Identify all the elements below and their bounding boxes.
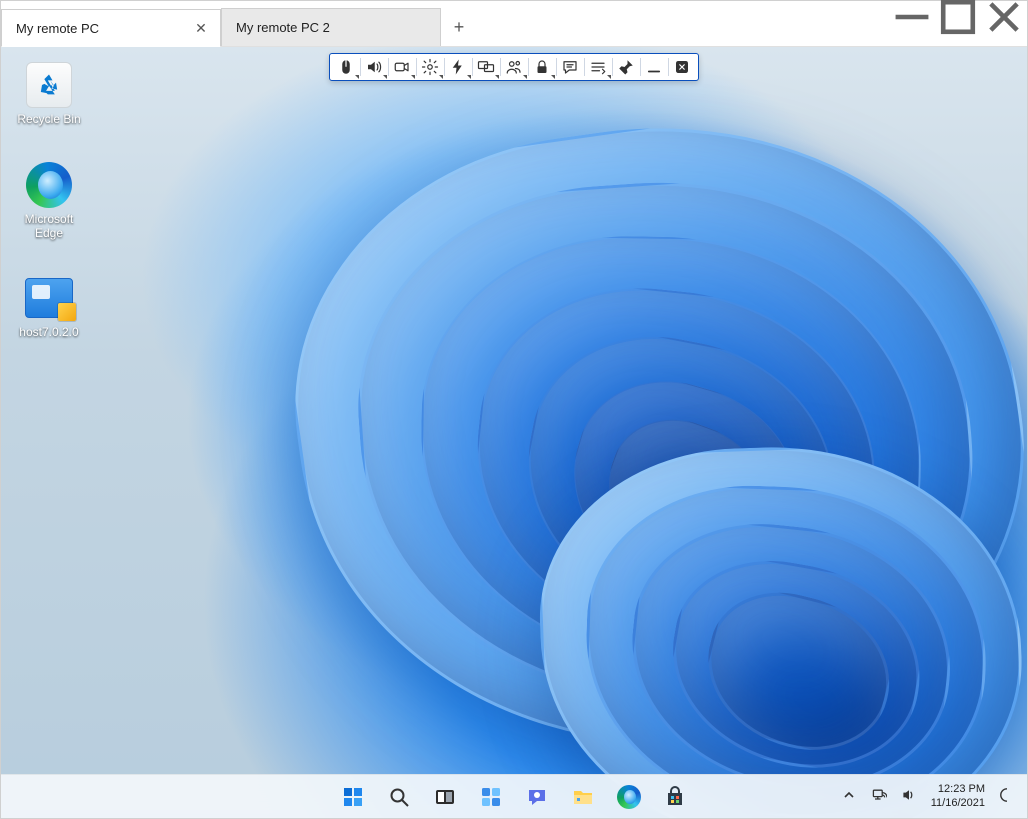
close-tab-icon[interactable]: ✕ — [192, 19, 210, 37]
toolbar-log-button[interactable] — [584, 54, 612, 80]
clock[interactable]: 12:23 PM 11/16/2021 — [931, 783, 985, 809]
tab-label: My remote PC — [16, 21, 192, 36]
tray-overflow-icon[interactable] — [841, 787, 857, 806]
toolbar-video-button[interactable] — [388, 54, 416, 80]
tab-my-remote-pc[interactable]: My remote PC ✕ — [1, 9, 221, 47]
tab-my-remote-pc-2[interactable]: My remote PC 2 — [221, 8, 441, 46]
bloom-graphic-2 — [541, 447, 1027, 818]
start-button[interactable] — [333, 777, 373, 817]
toolbar-users-button[interactable] — [500, 54, 528, 80]
system-tray: 12:23 PM 11/16/2021 — [841, 783, 1027, 809]
clock-date: 11/16/2021 — [931, 797, 985, 810]
search-button[interactable] — [379, 777, 419, 817]
desktop-icon-label: Recycle Bin — [17, 113, 80, 127]
toolbar-settings-button[interactable] — [416, 54, 444, 80]
chat-button[interactable] — [517, 777, 557, 817]
taskbar-center — [333, 777, 695, 817]
window-controls — [889, 1, 1027, 46]
desktop-icons: Recycle Bin Microsoft Edge host7.0.2.0 — [9, 61, 89, 340]
task-view-button[interactable] — [425, 777, 465, 817]
tab-bar: My remote PC ✕ My remote PC 2 + — [1, 1, 1027, 47]
toolbar-mouse-button[interactable] — [332, 54, 360, 80]
toolbar-actions-button[interactable] — [444, 54, 472, 80]
toolbar-pin-button[interactable] — [612, 54, 640, 80]
toolbar-lock-button[interactable] — [528, 54, 556, 80]
toolbar-audio-button[interactable] — [360, 54, 388, 80]
desktop-icon-label: host7.0.2.0 — [19, 326, 78, 340]
tabs: My remote PC ✕ My remote PC 2 + — [1, 1, 477, 46]
new-tab-button[interactable]: + — [441, 8, 477, 46]
edge-button[interactable] — [609, 777, 649, 817]
wallpaper — [1, 47, 1027, 818]
close-window-button[interactable] — [981, 1, 1027, 33]
remote-viewer-window: My remote PC ✕ My remote PC 2 + — [0, 0, 1028, 819]
network-icon[interactable] — [871, 787, 887, 806]
installer-icon — [25, 274, 73, 322]
minimize-button[interactable] — [889, 1, 935, 33]
remote-taskbar: 12:23 PM 11/16/2021 — [1, 774, 1027, 818]
volume-icon[interactable] — [901, 787, 917, 806]
toolbar-displays-button[interactable] — [472, 54, 500, 80]
desktop-icon-microsoft-edge[interactable]: Microsoft Edge — [9, 161, 89, 241]
remote-toolbar[interactable] — [329, 53, 699, 81]
maximize-button[interactable] — [935, 1, 981, 33]
toolbar-minimize-button[interactable] — [640, 54, 668, 80]
desktop-icon-label: Microsoft Edge — [9, 213, 89, 241]
edge-icon — [25, 161, 73, 209]
toolbar-close-button[interactable] — [668, 54, 696, 80]
recycle-bin-icon — [25, 61, 73, 109]
store-button[interactable] — [655, 777, 695, 817]
desktop-icon-recycle-bin[interactable]: Recycle Bin — [9, 61, 89, 127]
tab-label: My remote PC 2 — [236, 20, 430, 35]
remote-desktop-viewport[interactable]: Recycle Bin Microsoft Edge host7.0.2.0 — [1, 47, 1027, 818]
clock-time: 12:23 PM — [938, 783, 985, 796]
toolbar-chat-button[interactable] — [556, 54, 584, 80]
focus-assist-icon[interactable] — [999, 787, 1015, 806]
desktop-icon-host-installer[interactable]: host7.0.2.0 — [9, 274, 89, 340]
widgets-button[interactable] — [471, 777, 511, 817]
file-explorer-button[interactable] — [563, 777, 603, 817]
